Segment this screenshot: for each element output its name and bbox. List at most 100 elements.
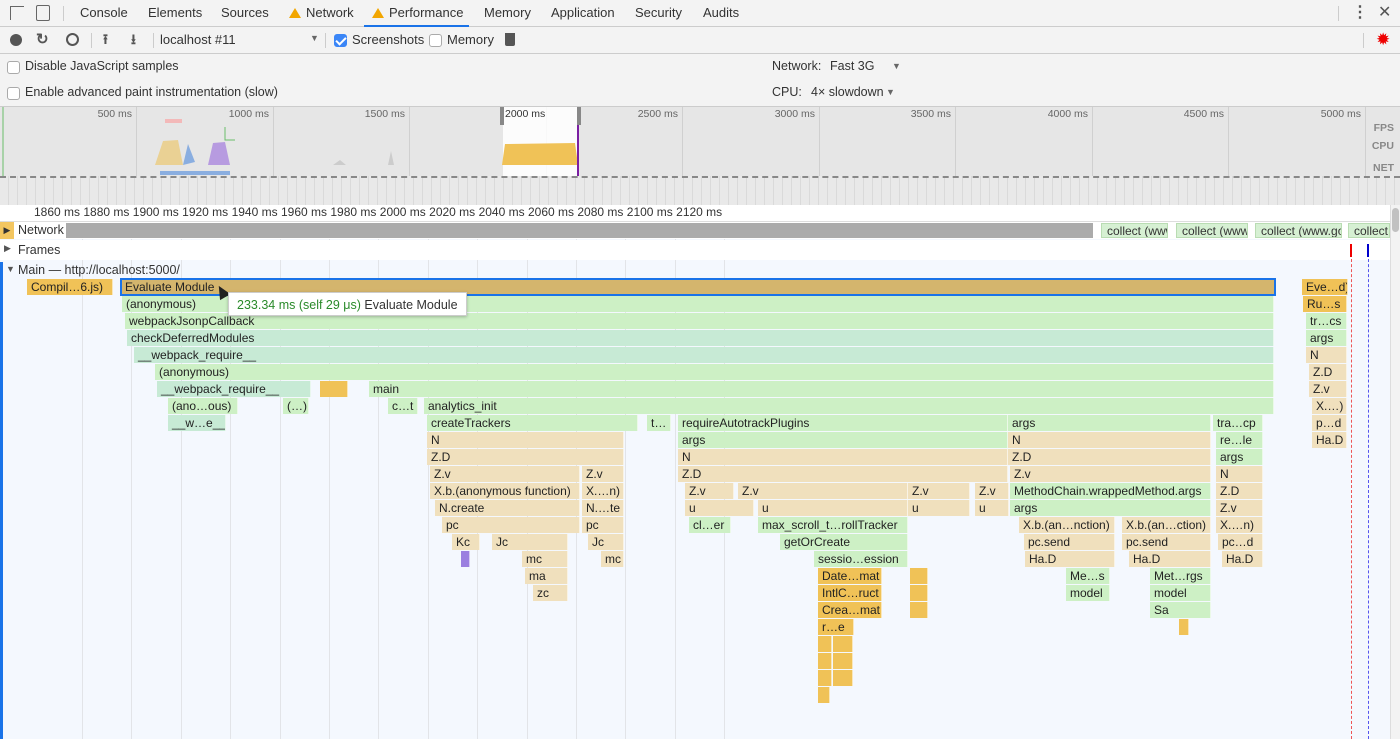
flame-entry[interactable]: [833, 670, 853, 686]
tab-console[interactable]: Console: [80, 0, 128, 27]
flame-entry[interactable]: Met…rgs: [1150, 568, 1211, 584]
flame-entry[interactable]: main: [369, 381, 1274, 397]
flame-entry[interactable]: MethodChain.wrappedMethod.args: [1010, 483, 1211, 499]
flame-entry[interactable]: Jc: [588, 534, 624, 550]
flame-entry[interactable]: Z.v: [908, 483, 970, 499]
flame-entry[interactable]: (ano…ous): [168, 398, 238, 414]
flame-entry[interactable]: Z.v: [582, 466, 624, 482]
flame-entry[interactable]: Z.v: [430, 466, 580, 482]
flame-entry[interactable]: __webpack_require__: [157, 381, 311, 397]
device-toolbar-icon[interactable]: [36, 5, 50, 21]
flame-entry[interactable]: Z.D: [678, 466, 1008, 482]
flame-entry[interactable]: [818, 653, 832, 669]
recording-select[interactable]: localhost #11 ▼: [158, 27, 323, 53]
flame-entry[interactable]: [1179, 619, 1189, 635]
flame-entry[interactable]: Ha.D: [1222, 551, 1263, 567]
flame-entry[interactable]: checkDeferredModules: [127, 330, 1274, 346]
tab-network[interactable]: Network: [289, 0, 354, 27]
network-request-bar[interactable]: collect: [1348, 223, 1390, 238]
flame-entry[interactable]: Z.D: [427, 449, 624, 465]
flame-entry[interactable]: N: [1008, 432, 1211, 448]
flame-entry[interactable]: Z.D: [1008, 449, 1211, 465]
record-icon[interactable]: [10, 34, 22, 46]
flame-entry[interactable]: r…e: [818, 619, 854, 635]
flame-entry[interactable]: Compil…6.js): [27, 279, 113, 295]
close-icon[interactable]: ✕: [1378, 5, 1391, 21]
flame-entry[interactable]: ma: [525, 568, 568, 584]
expand-arrow-icon[interactable]: ▶: [4, 243, 11, 254]
trash-icon[interactable]: [505, 33, 515, 46]
flame-entry[interactable]: u: [908, 500, 970, 516]
flame-entry[interactable]: N.create: [435, 500, 580, 516]
flame-entry[interactable]: t…: [647, 415, 671, 431]
flame-entry[interactable]: Ha.D: [1312, 432, 1347, 448]
flame-entry[interactable]: pc.send: [1122, 534, 1211, 550]
flame-entry[interactable]: (anonymous): [155, 364, 1274, 380]
flame-entry[interactable]: pc.send: [1024, 534, 1115, 550]
flame-entry[interactable]: [833, 653, 853, 669]
flame-entry[interactable]: mc: [601, 551, 624, 567]
flame-entry[interactable]: Crea…mat: [818, 602, 882, 618]
flame-entry[interactable]: pc: [582, 517, 624, 533]
flame-entry[interactable]: [910, 568, 928, 584]
flame-entry[interactable]: pc…d: [1218, 534, 1263, 550]
flame-entry[interactable]: p…d: [1312, 415, 1347, 431]
flame-entry[interactable]: N: [427, 432, 624, 448]
flame-entry[interactable]: u: [975, 500, 1009, 516]
flame-entry[interactable]: [818, 670, 832, 686]
tab-memory[interactable]: Memory: [484, 0, 531, 27]
flame-chart[interactable]: ▶ Network collect (www collect (www. col…: [0, 222, 1390, 739]
network-track[interactable]: ▶ Network collect (www collect (www. col…: [0, 222, 1390, 239]
cpu-throttle-select[interactable]: 4× slowdown ▼: [808, 83, 898, 101]
network-request-bar[interactable]: collect (www.: [1176, 223, 1248, 238]
expand-arrow-icon[interactable]: ▶: [0, 222, 14, 239]
timeline-overview[interactable]: 500 ms 1000 ms 1500 ms 2000 ms 2500 ms 3000 m…: [0, 107, 1400, 205]
flame-entry[interactable]: createTrackers: [427, 415, 638, 431]
flame-entry[interactable]: tra…cp: [1213, 415, 1263, 431]
flame-entry[interactable]: mc: [522, 551, 568, 567]
flame-entry[interactable]: Date…mat: [818, 568, 882, 584]
flame-entry[interactable]: sessio…ession: [814, 551, 908, 567]
frames-track[interactable]: ▶ Frames: [0, 240, 1390, 260]
tab-sources[interactable]: Sources: [221, 0, 269, 27]
flame-entry[interactable]: X.b.(an…ction): [1122, 517, 1211, 533]
flame-entry[interactable]: Z.D: [1216, 483, 1263, 499]
network-request-bar[interactable]: [66, 223, 1093, 238]
flame-entry[interactable]: re…le: [1216, 432, 1263, 448]
load-profile-icon[interactable]: ⭱: [103, 32, 108, 46]
flame-entry[interactable]: Eve…d): [1302, 279, 1348, 295]
tab-application[interactable]: Application: [551, 0, 615, 27]
screenshots-checkbox[interactable]: [334, 34, 347, 47]
flame-entry[interactable]: N: [1306, 347, 1347, 363]
tab-audits[interactable]: Audits: [703, 0, 739, 27]
flame-entry[interactable]: Ha.D: [1025, 551, 1115, 567]
flame-entry[interactable]: (…): [283, 398, 309, 414]
tab-elements[interactable]: Elements: [148, 0, 202, 27]
flame-entry[interactable]: args: [1306, 330, 1347, 346]
flame-entry[interactable]: Z.v: [1216, 500, 1263, 516]
inspect-element-icon[interactable]: [10, 6, 24, 20]
flame-entry[interactable]: N: [1216, 466, 1263, 482]
flame-entry[interactable]: __webpack_require__: [134, 347, 1274, 363]
flame-entry[interactable]: X.…n): [582, 483, 624, 499]
flame-entry[interactable]: X.b.(an…nction): [1019, 517, 1115, 533]
tab-performance[interactable]: Performance: [364, 0, 470, 27]
advanced-paint-checkbox[interactable]: [7, 87, 20, 100]
reload-record-icon[interactable]: ↻: [36, 32, 49, 47]
flame-entry[interactable]: Me…s: [1066, 568, 1110, 584]
flame-entry[interactable]: IntlC…ruct: [818, 585, 882, 601]
flame-entry[interactable]: args: [678, 432, 1008, 448]
flame-entry[interactable]: Sa: [1150, 602, 1211, 618]
network-request-bar[interactable]: collect (www: [1101, 223, 1168, 238]
flame-entry[interactable]: args: [1010, 500, 1211, 516]
flame-entry[interactable]: [818, 687, 830, 703]
flame-entry[interactable]: [818, 636, 832, 652]
flame-entry[interactable]: N: [678, 449, 1008, 465]
flame-entry[interactable]: u: [758, 500, 908, 516]
capture-settings-gear-icon[interactable]: ✹: [1376, 31, 1390, 48]
network-throttle-select[interactable]: Fast 3G ▼: [828, 57, 906, 75]
flame-entry[interactable]: tr…cs: [1306, 313, 1347, 329]
flame-entry[interactable]: Z.v: [738, 483, 908, 499]
tab-security[interactable]: Security: [635, 0, 682, 27]
flame-entry[interactable]: N.…te: [582, 500, 624, 516]
